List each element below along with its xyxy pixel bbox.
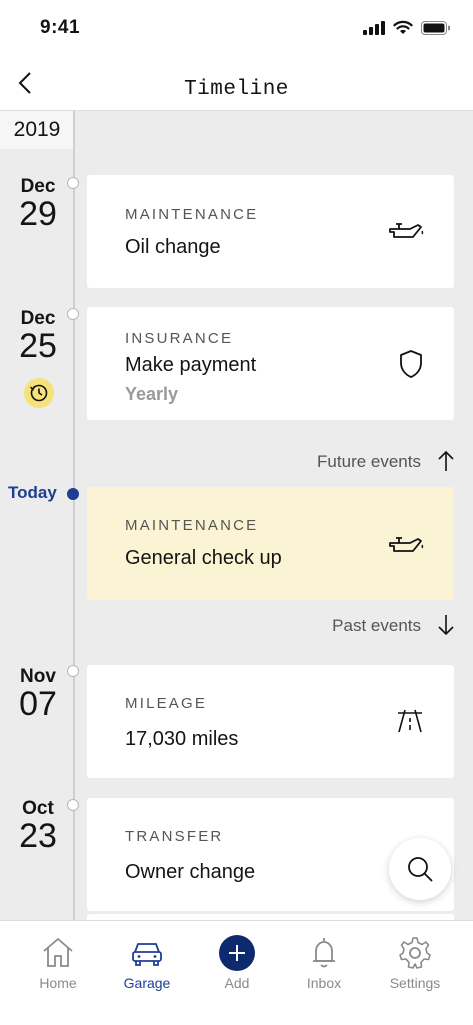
tab-home[interactable]: Home — [18, 935, 98, 991]
event-month: Dec — [20, 176, 56, 197]
event-date: Nov 07 — [3, 666, 73, 723]
signal-icon — [363, 20, 385, 35]
event-category: TRANSFER — [125, 828, 224, 845]
navigation-header: Timeline — [0, 56, 473, 111]
recurring-clock-icon[interactable] — [24, 378, 54, 408]
tab-label: Inbox — [306, 975, 342, 991]
event-month: Nov — [20, 666, 56, 687]
tab-garage[interactable]: Garage — [107, 935, 187, 991]
tab-label: Add — [224, 975, 250, 991]
tab-bar: Home Garage Add Inbox Settings — [0, 920, 473, 1025]
year-label: 2019 — [0, 111, 74, 149]
event-card-make-payment[interactable]: INSURANCE Make payment Yearly — [87, 307, 454, 420]
event-category: MILEAGE — [125, 695, 208, 712]
search-icon — [408, 857, 433, 882]
event-card-general-check-up[interactable]: MAINTENANCE General check up — [87, 487, 454, 600]
event-day: 07 — [19, 685, 57, 723]
oil-can-icon — [389, 537, 424, 552]
road-icon — [398, 709, 422, 733]
event-card-oil-change[interactable]: MAINTENANCE Oil change — [87, 175, 454, 288]
event-title: Oil change — [125, 236, 221, 258]
status-time: 9:41 — [40, 17, 81, 38]
tab-label: Home — [39, 975, 77, 991]
wifi-icon — [393, 20, 413, 34]
home-icon — [43, 937, 73, 967]
plus-icon — [219, 935, 255, 971]
event-subtitle: Yearly — [125, 384, 179, 404]
event-date: Dec 29 — [3, 176, 73, 233]
today-dot — [67, 488, 79, 500]
event-card-mileage[interactable]: MILEAGE 17,030 miles — [87, 665, 454, 778]
battery-icon — [421, 20, 450, 35]
tab-inbox[interactable]: Inbox — [284, 935, 364, 991]
event-category: INSURANCE — [125, 330, 234, 347]
past-events-label: Past events — [332, 616, 421, 635]
arrow-up-icon — [438, 450, 454, 471]
event-day: 23 — [19, 817, 57, 855]
event-category: MAINTENANCE — [125, 517, 259, 534]
status-bar: 9:41 — [0, 0, 473, 56]
tab-settings[interactable]: Settings — [375, 935, 455, 991]
today-label: Today — [8, 483, 57, 502]
future-events-label: Future events — [317, 452, 421, 471]
event-date: Dec 25 — [3, 308, 73, 365]
event-title: Make payment — [125, 354, 257, 376]
event-day: 29 — [19, 195, 57, 233]
event-month: Oct — [22, 798, 54, 819]
page-title: Timeline — [184, 78, 289, 101]
event-month: Dec — [20, 308, 56, 329]
tab-add[interactable]: Add — [197, 935, 277, 991]
event-day: 25 — [19, 327, 57, 365]
arrow-down-icon — [438, 615, 454, 636]
shield-icon — [400, 350, 422, 378]
tab-label: Settings — [389, 975, 441, 991]
tab-label: Garage — [123, 975, 171, 991]
oil-can-icon — [389, 223, 424, 238]
bell-icon — [313, 938, 335, 968]
gear-icon — [399, 937, 431, 969]
search-button[interactable] — [389, 838, 451, 900]
event-title: Owner change — [125, 861, 256, 883]
event-date: Oct 23 — [3, 798, 73, 855]
event-title: 17,030 miles — [125, 728, 239, 750]
event-category: MAINTENANCE — [125, 206, 259, 223]
car-icon — [132, 943, 162, 966]
event-title: General check up — [125, 547, 282, 569]
timeline-content[interactable]: 2019 Dec 29 MAINTENANCE Oil change Dec 2… — [0, 111, 473, 920]
